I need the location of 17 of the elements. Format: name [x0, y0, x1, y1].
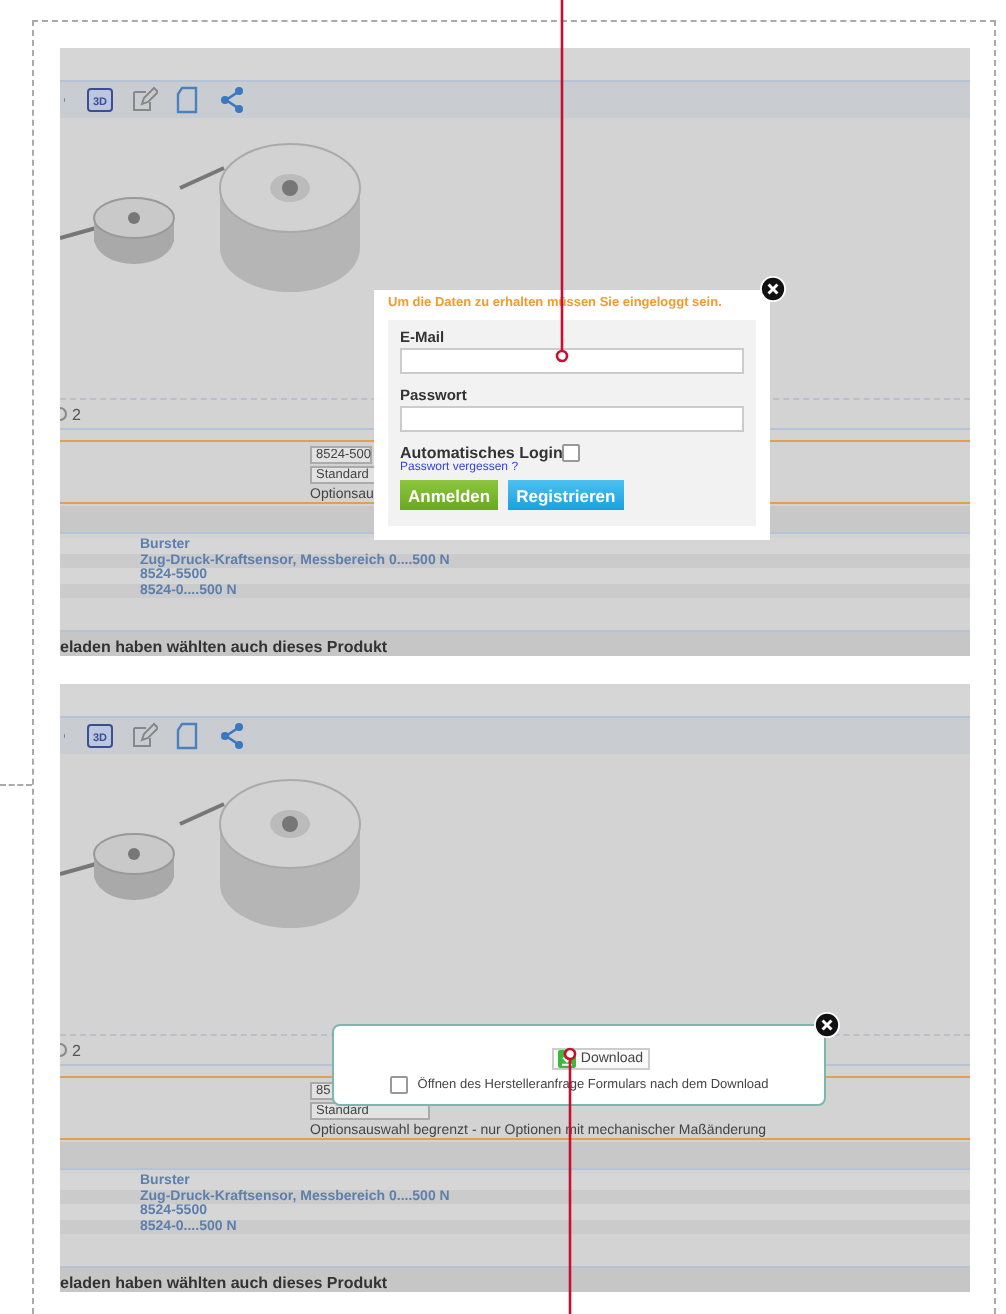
close-icon[interactable] [814, 1012, 840, 1038]
share-icon[interactable] [218, 722, 246, 750]
edit-icon[interactable] [130, 86, 158, 114]
section-heading: eladen haben wählten auch dieses Produkt [60, 1274, 388, 1292]
edit-icon[interactable] [130, 722, 158, 750]
checkbox[interactable] [389, 1076, 408, 1094]
input-field[interactable] [400, 348, 744, 374]
document-icon[interactable] [174, 86, 202, 114]
variant-count: 2 [72, 405, 81, 423]
section-heading: eladen haben wählten auch dieses Produkt [60, 638, 388, 656]
input-field[interactable] [400, 406, 744, 432]
checkbox[interactable] [562, 444, 581, 462]
variant-count: 2 [72, 1041, 81, 1059]
document-icon[interactable] [174, 722, 202, 750]
close-icon[interactable] [760, 276, 786, 302]
share-icon[interactable] [218, 86, 246, 114]
checkbox-label: Automatisches Login [400, 444, 563, 462]
